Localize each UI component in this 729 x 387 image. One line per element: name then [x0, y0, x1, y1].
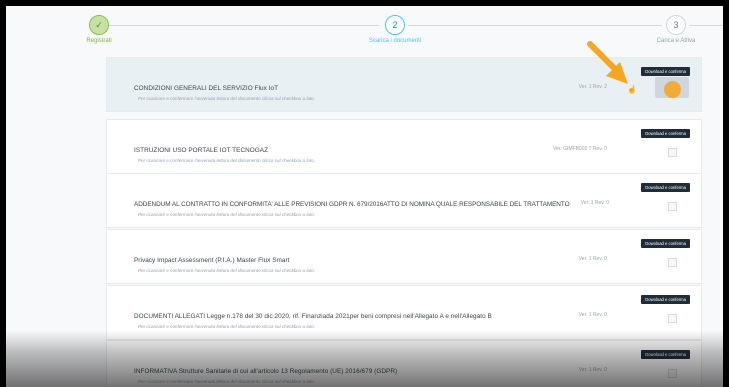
- arrow-annotation-icon: [587, 41, 628, 84]
- document-subtitle: Per scaricare e confermare l'avvenuta le…: [138, 212, 316, 217]
- confirm-checkbox[interactable]: [668, 258, 677, 267]
- document-row: Privacy Impact Assessment (P.I.A.) Maste…: [106, 229, 702, 284]
- stepper-line: [109, 25, 379, 26]
- document-title: Privacy Impact Assessment (P.I.A.) Maste…: [134, 257, 290, 264]
- step-3-label: Carica e Attiva: [656, 38, 696, 44]
- confirm-checkbox[interactable]: [668, 314, 677, 323]
- document-subtitle: Per scaricare e confermare l'avvenuta le…: [138, 158, 316, 163]
- document-row: ADDENDUM AL CONTRATTO IN CONFORMITA' ALL…: [106, 173, 702, 228]
- stepper-line: [408, 25, 662, 26]
- document-title: DOCUMENTI ALLEGATI Legge n.178 del 30 di…: [134, 313, 492, 320]
- document-version: Ver. 1 Rev. 0: [578, 367, 607, 373]
- document-row: ISTRUZIONI USO PORTALE IOT TECNOGAZ Per …: [106, 119, 702, 174]
- document-title: ISTRUZIONI USO PORTALE IOT TECNOGAZ: [134, 147, 269, 154]
- document-title: INFORMATIVA Strutture Sanitarie di cui a…: [134, 368, 398, 375]
- confirm-checkbox[interactable]: [668, 148, 677, 157]
- step-1-label: Registrati: [86, 38, 112, 44]
- document-subtitle: Per scaricare e confermare l'avvenuta le…: [138, 268, 316, 273]
- document-subtitle: Per scaricare e confermare l'avvenuta le…: [138, 324, 316, 329]
- step-2-label: Scarica i documenti: [368, 38, 422, 44]
- step-2-circle[interactable]: 2: [385, 15, 405, 35]
- document-title: CONDIZIONI GENERALI DEL SERVIZIO Flux Io…: [134, 85, 279, 92]
- confirm-checkbox[interactable]: [664, 81, 681, 98]
- download-confirm-label: Download e conferma: [641, 183, 690, 192]
- document-title: ADDENDUM AL CONTRATTO IN CONFORMITA' ALL…: [134, 201, 570, 208]
- document-row: INFORMATIVA Strutture Sanitarie di cui a…: [106, 340, 702, 387]
- document-subtitle: Per scaricare e confermare l'avvenuta le…: [138, 96, 316, 101]
- document-row: DOCUMENTI ALLEGATI Legge n.178 del 30 di…: [106, 285, 702, 340]
- document-version: Ver. 1 Rev. 0: [580, 200, 609, 206]
- document-version: Ver. 1 Rev. 0: [578, 256, 607, 262]
- confirm-checkbox[interactable]: [668, 369, 677, 378]
- document-subtitle: Per scaricare e confermare l'avvenuta le…: [138, 379, 316, 384]
- checkmark-icon: ✓: [95, 19, 103, 30]
- download-confirm-label: Download e conferma: [641, 129, 690, 138]
- download-confirm-label: Download e conferma: [641, 239, 690, 248]
- hand-cursor-icon: ☝: [627, 85, 637, 94]
- document-version: Ver. GIMFB002 T Rev. 0: [553, 146, 607, 152]
- download-confirm-label: Download e conferma: [641, 295, 690, 304]
- step-3-circle[interactable]: 3: [666, 15, 686, 35]
- document-version: Ver. 1 Rev. 0: [578, 312, 607, 318]
- confirm-checkbox[interactable]: [668, 202, 677, 211]
- download-confirm-label: Download e conferma: [641, 67, 690, 76]
- download-confirm-label: Download e conferma: [641, 350, 690, 359]
- step-1-circle[interactable]: ✓: [89, 15, 109, 35]
- stepper-line: [689, 25, 723, 26]
